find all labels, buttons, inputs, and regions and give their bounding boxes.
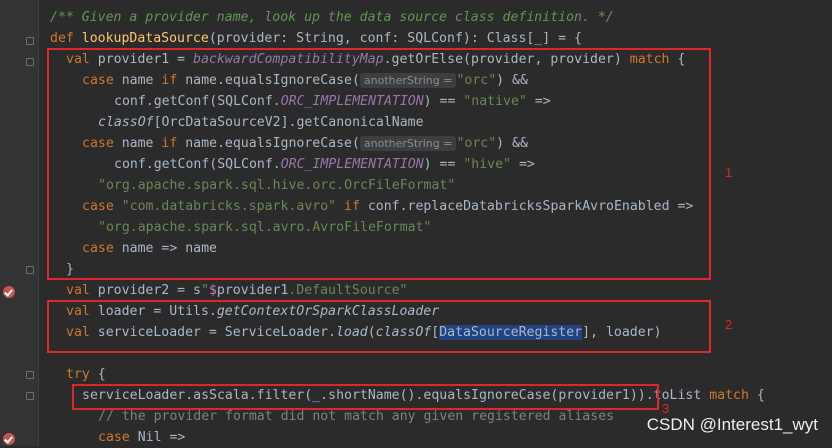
annotation-box-2 <box>47 300 711 353</box>
editor-gutter <box>0 0 38 446</box>
annotation-box-3 <box>72 384 659 410</box>
watermark: CSDN @Interest1_wyt <box>646 415 818 434</box>
code-line-21: case Nil => <box>98 430 186 445</box>
fold-toggle-icon[interactable] <box>26 37 34 45</box>
annotation-label-2: 2 <box>725 317 733 332</box>
breakpoint-check-icon[interactable] <box>3 433 15 445</box>
breakpoint-check-icon[interactable] <box>3 286 15 298</box>
annotation-box-1 <box>47 48 711 280</box>
fold-toggle-icon[interactable] <box>26 58 34 66</box>
annotation-label-1: 1 <box>725 165 733 180</box>
code-line-18: try { <box>66 367 106 382</box>
fold-toggle-icon[interactable] <box>26 392 34 400</box>
fold-toggle-icon[interactable] <box>26 371 34 379</box>
fold-toggle-icon[interactable] <box>26 266 34 274</box>
code-line-14: val provider2 = s"$provider1.DefaultSour… <box>66 283 408 298</box>
code-line-1: /** Given a provider name, look up the d… <box>50 10 614 25</box>
gutter-divider <box>38 0 39 446</box>
code-line-2: def lookupDataSource(provider: String, c… <box>50 31 582 46</box>
annotation-label-3: 3 <box>662 401 670 416</box>
